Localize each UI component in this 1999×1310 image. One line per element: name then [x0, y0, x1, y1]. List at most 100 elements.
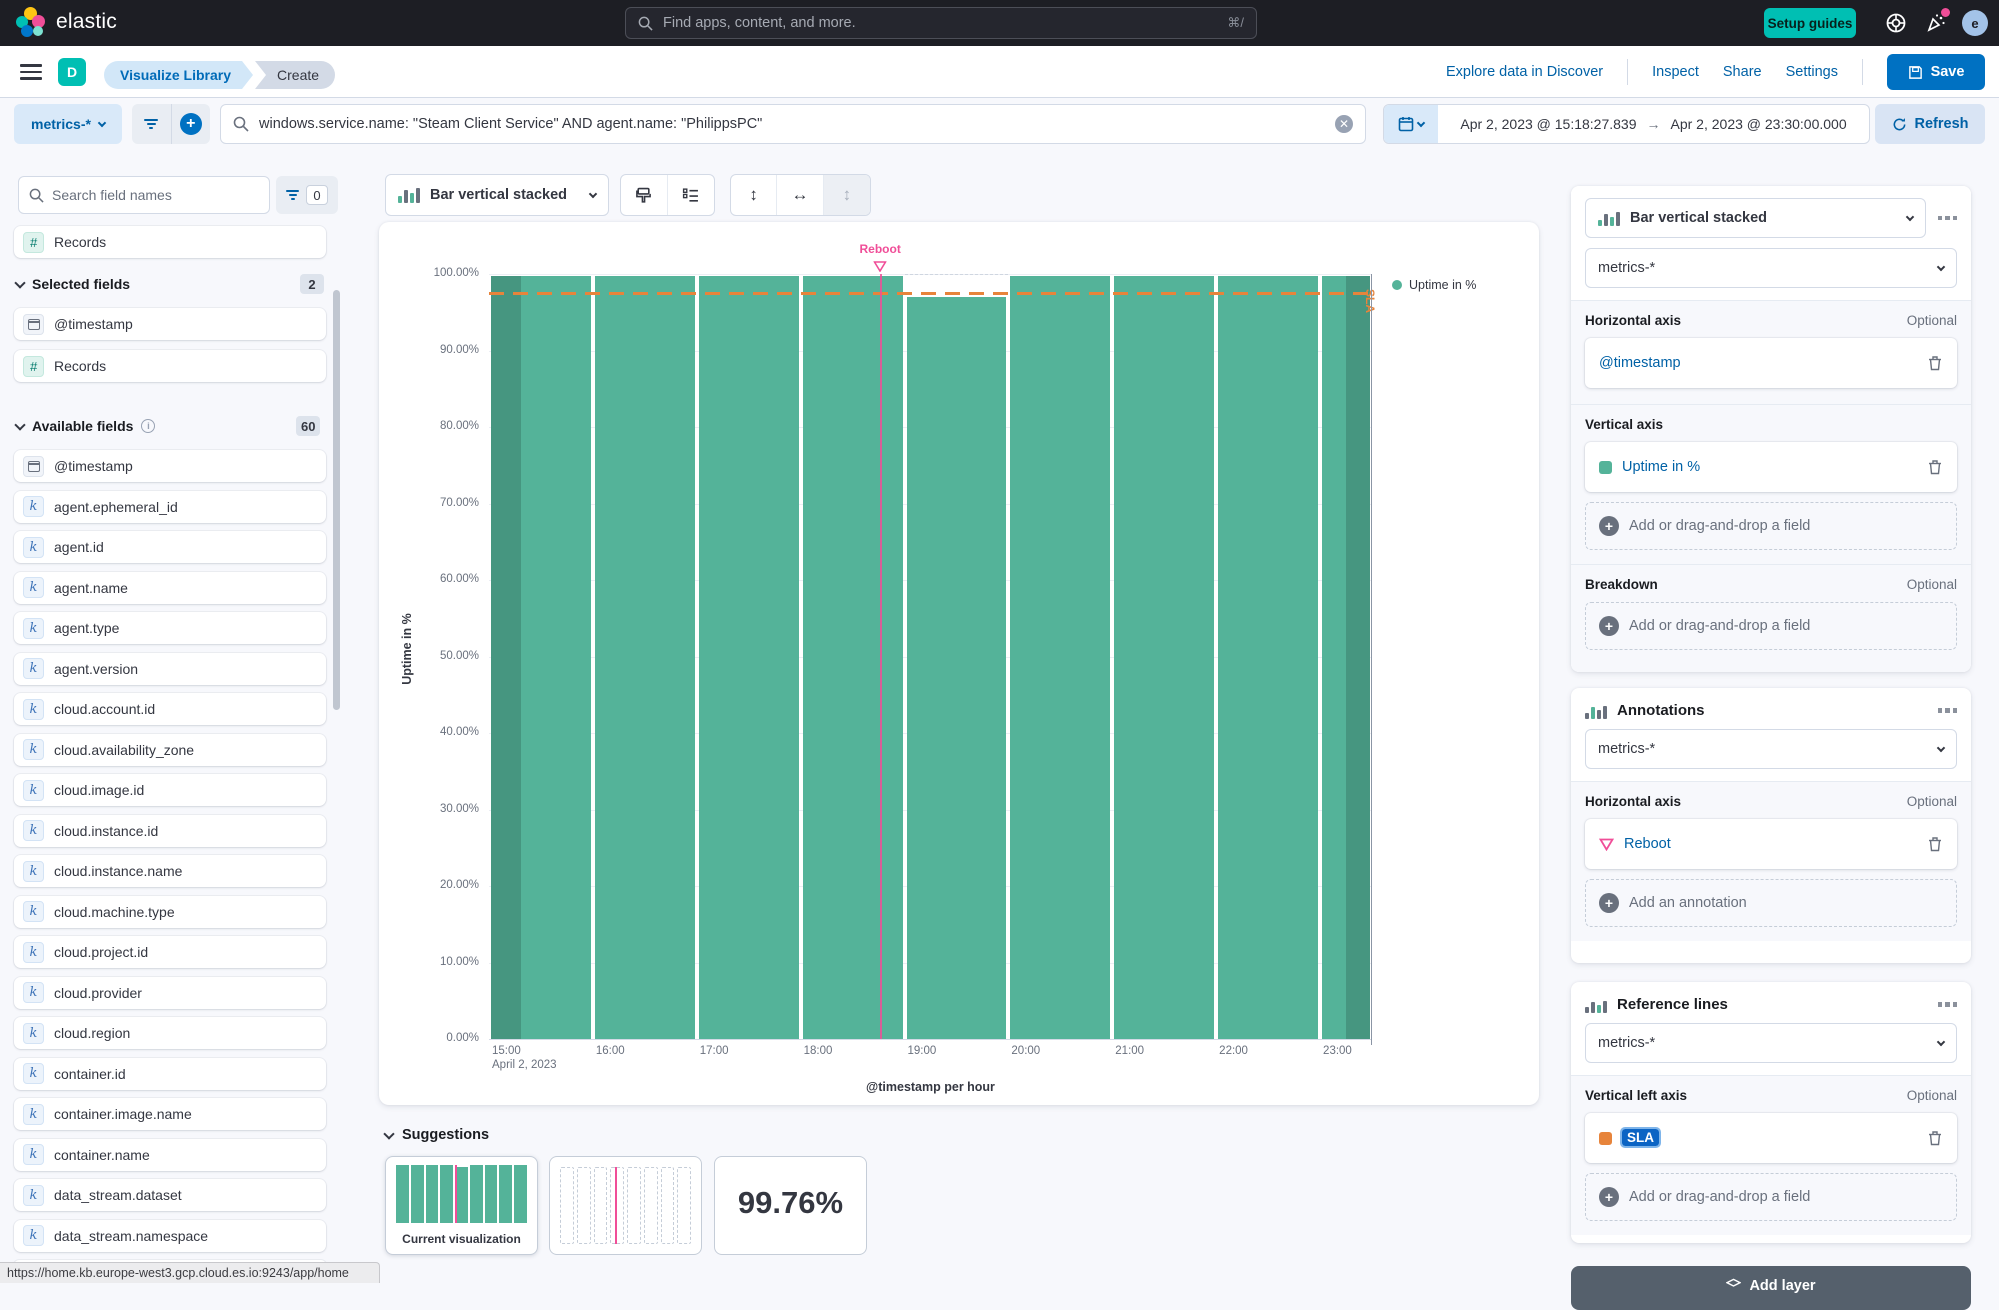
uptime-bar-17:00[interactable]	[699, 276, 799, 1039]
uptime-bar-19:00[interactable]	[907, 297, 1007, 1039]
sla-selected-text[interactable]: SLA	[1622, 1129, 1659, 1146]
clear-query-button[interactable]: ✕	[1335, 115, 1353, 133]
chart-type-select[interactable]: Bar vertical stacked	[385, 174, 609, 216]
suggestion-current[interactable]: Current visualization	[385, 1156, 538, 1255]
filters-button[interactable]	[132, 104, 172, 144]
field-item-containername[interactable]: kcontainer.name	[14, 1139, 326, 1171]
uptime-bar-18:00[interactable]	[803, 276, 903, 1039]
add-breakdown-field[interactable]: + Add or drag-and-drop a field	[1585, 602, 1957, 650]
uptime-bar-15:00[interactable]	[491, 276, 591, 1039]
add-vertical-axis-field[interactable]: + Add or drag-and-drop a field	[1585, 502, 1957, 550]
field-filter-button[interactable]: 0	[276, 176, 338, 214]
sla-reference-dimension[interactable]: SLA	[1585, 1113, 1957, 1163]
field-item-agenttype[interactable]: kagent.type	[14, 612, 326, 644]
reboot-annotation-label[interactable]: Reboot	[859, 242, 900, 256]
settings-link[interactable]: Settings	[1786, 64, 1838, 80]
add-filter-button[interactable]: +	[172, 104, 211, 144]
reboot-annotation-dimension[interactable]: Reboot	[1585, 819, 1957, 869]
annotations-actions-button[interactable]	[1938, 708, 1958, 713]
field-item-records[interactable]: #Records	[14, 350, 326, 382]
setup-guides-button[interactable]: Setup guides	[1764, 8, 1856, 38]
uptime-bar-20:00[interactable]	[1010, 276, 1110, 1039]
field-item-agentid[interactable]: kagent.id	[14, 531, 326, 563]
breadcrumb-visualize-library[interactable]: Visualize Library	[104, 61, 253, 89]
save-button[interactable]: Save	[1887, 54, 1985, 90]
field-item-timestamp[interactable]: @timestamp	[14, 450, 326, 482]
trash-icon[interactable]	[1927, 836, 1943, 852]
field-item-timestamp[interactable]: @timestamp	[14, 308, 326, 340]
layer-chart-type-select[interactable]: Bar vertical stacked	[1585, 198, 1926, 238]
refresh-button[interactable]: Refresh	[1875, 104, 1985, 144]
field-item-cloudinstancename[interactable]: kcloud.instance.name	[14, 855, 326, 887]
help-button[interactable]	[1884, 11, 1908, 35]
vertical-axis-dimension[interactable]: Uptime in %	[1585, 442, 1957, 492]
layer-actions-button[interactable]	[1938, 216, 1958, 221]
field-item-cloudimageid[interactable]: kcloud.image.id	[14, 774, 326, 806]
user-avatar[interactable]: e	[1962, 10, 1988, 36]
reference-actions-button[interactable]	[1938, 1002, 1958, 1007]
field-item-cloudregion[interactable]: kcloud.region	[14, 1017, 326, 1049]
date-to[interactable]: Apr 2, 2023 @ 23:30:00.000	[1671, 116, 1847, 132]
selected-fields-header[interactable]: Selected fields	[16, 276, 130, 292]
add-layer-button[interactable]: Add layer	[1571, 1266, 1971, 1310]
field-item-agentname[interactable]: kagent.name	[14, 572, 326, 604]
sidebar-scrollbar[interactable]	[333, 290, 340, 710]
plot-area[interactable]: 100.00%90.00%80.00%70.00%60.00%50.00%40.…	[489, 274, 1372, 1039]
field-search-input[interactable]: Search field names	[18, 176, 270, 214]
reference-data-view-select[interactable]: metrics-*	[1585, 1023, 1957, 1063]
uptime-bar-21:00[interactable]	[1114, 276, 1214, 1039]
left-axis-button[interactable]: ↕	[731, 175, 777, 215]
field-item-agentephemeral_id[interactable]: kagent.ephemeral_id	[14, 491, 326, 523]
field-item-cloudprojectid[interactable]: kcloud.project.id	[14, 936, 326, 968]
trash-icon[interactable]	[1927, 1130, 1943, 1146]
field-item-cloudaccountid[interactable]: kcloud.account.id	[14, 693, 326, 725]
reboot-annotation-marker-icon[interactable]	[874, 259, 887, 277]
arrow-right-icon: →	[1647, 116, 1661, 132]
current-visualization-thumbnail	[396, 1165, 527, 1223]
date-range[interactable]: Apr 2, 2023 @ 15:18:27.839 → Apr 2, 2023…	[1438, 116, 1869, 132]
field-item-cloudinstanceid[interactable]: kcloud.instance.id	[14, 815, 326, 847]
field-item-agentversion[interactable]: kagent.version	[14, 653, 326, 685]
uptime-bar-16:00[interactable]	[595, 276, 695, 1039]
suggestions-header[interactable]: Suggestions	[385, 1127, 489, 1143]
horizontal-axis-dimension[interactable]: @timestamp	[1585, 338, 1957, 388]
field-item-data_streamdataset[interactable]: kdata_stream.dataset	[14, 1179, 326, 1211]
field-item-data_streamnamespace[interactable]: kdata_stream.namespace	[14, 1220, 326, 1252]
global-search-input[interactable]: Find apps, content, and more. ⌘/	[625, 7, 1257, 39]
field-item-cloudavailability_zone[interactable]: kcloud.availability_zone	[14, 734, 326, 766]
field-item-containerid[interactable]: kcontainer.id	[14, 1058, 326, 1090]
news-button[interactable]	[1924, 11, 1948, 35]
annotations-data-view-select[interactable]: metrics-*	[1585, 729, 1957, 769]
inspect-link[interactable]: Inspect	[1652, 64, 1699, 80]
appearance-button[interactable]	[621, 175, 668, 215]
menu-toggle-button[interactable]	[20, 64, 42, 80]
layer-data-view-select[interactable]: metrics-*	[1585, 248, 1957, 288]
elastic-brand[interactable]: elastic	[16, 7, 117, 37]
add-annotation-button[interactable]: + Add an annotation	[1585, 879, 1957, 927]
reboot-annotation-line[interactable]	[880, 274, 882, 1039]
field-item-cloudmachinetype[interactable]: kcloud.machine.type	[14, 896, 326, 928]
sla-reference-line[interactable]	[489, 292, 1372, 295]
bottom-axis-button[interactable]: ↔	[777, 175, 823, 215]
trash-icon[interactable]	[1927, 459, 1943, 475]
uptime-bar-22:00[interactable]	[1218, 276, 1318, 1039]
available-fields-header[interactable]: Available fields i	[16, 418, 155, 434]
field-item-cloudprovider[interactable]: kcloud.provider	[14, 977, 326, 1009]
explore-data-link[interactable]: Explore data in Discover	[1446, 64, 1603, 80]
legend-settings-button[interactable]	[668, 175, 715, 215]
chart-legend[interactable]: Uptime in %	[1392, 278, 1476, 292]
add-reference-field[interactable]: + Add or drag-and-drop a field	[1585, 1173, 1957, 1221]
suggestion-metric[interactable]: 99.76%	[714, 1156, 867, 1255]
field-name: Records	[54, 358, 106, 374]
query-input[interactable]: windows.service.name: "Steam Client Serv…	[220, 104, 1366, 144]
trash-icon[interactable]	[1927, 355, 1943, 371]
quick-select-button[interactable]	[1384, 105, 1438, 143]
field-item-containerimagename[interactable]: kcontainer.image.name	[14, 1098, 326, 1130]
date-from[interactable]: Apr 2, 2023 @ 15:18:27.839	[1460, 116, 1636, 132]
data-view-picker[interactable]: metrics-*	[14, 104, 122, 144]
space-avatar[interactable]: D	[58, 58, 86, 86]
records-field[interactable]: # Records	[14, 226, 326, 258]
suggestion-alt-chart[interactable]	[549, 1156, 702, 1255]
share-link[interactable]: Share	[1723, 64, 1762, 80]
uptime-bar-23:00[interactable]	[1322, 276, 1370, 1039]
